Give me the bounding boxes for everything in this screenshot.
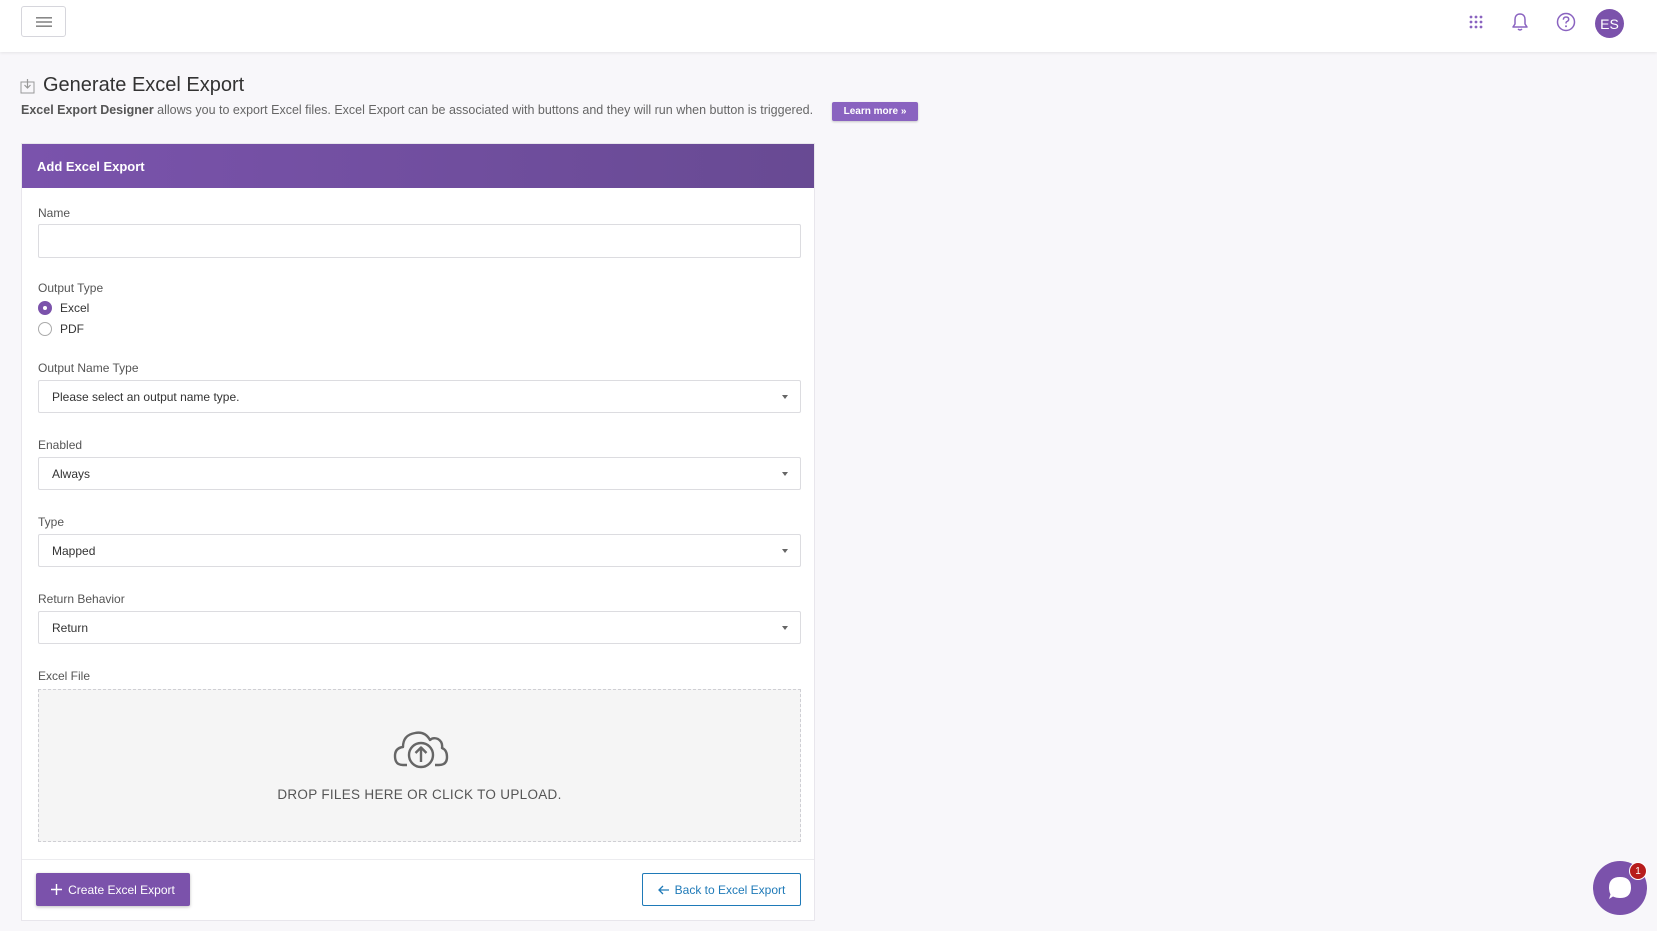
output-type-pdf-option[interactable]: PDF (38, 322, 84, 336)
hamburger-icon (35, 16, 52, 27)
chevron-down-icon (782, 549, 788, 553)
card-divider (22, 859, 814, 860)
pdf-radio-label: PDF (60, 322, 84, 336)
avatar-initials: ES (1600, 15, 1619, 32)
description-strong: Excel Export Designer (21, 103, 154, 117)
enabled-label: Enabled (38, 438, 83, 452)
back-to-excel-export-button[interactable]: Back to Excel Export (642, 873, 801, 906)
page-title-row: Generate Excel Export (20, 74, 244, 97)
page-description: Excel Export Designer allows you to expo… (21, 103, 813, 117)
notifications-button[interactable] (1508, 10, 1532, 34)
name-label: Name (38, 206, 71, 220)
add-excel-export-card: Add Excel Export Name Output Type Excel … (21, 143, 815, 921)
back-button-label: Back to Excel Export (674, 882, 786, 897)
return-behavior-value: Return (52, 620, 89, 635)
return-behavior-label: Return Behavior (38, 592, 125, 606)
card-header: Add Excel Export (22, 144, 814, 188)
apps-button[interactable] (1464, 10, 1488, 34)
chevron-down-icon (782, 626, 788, 630)
excel-radio[interactable] (38, 301, 52, 315)
description-text: allows you to export Excel files. Excel … (153, 103, 814, 117)
name-input[interactable] (38, 224, 801, 258)
output-name-type-label: Output Name Type (38, 361, 139, 375)
create-excel-export-button[interactable]: Create Excel Export (36, 873, 190, 906)
user-avatar[interactable]: ES (1595, 9, 1624, 38)
bell-icon (1512, 13, 1528, 31)
download-icon (20, 78, 35, 93)
top-navbar: ES (0, 0, 1657, 52)
cloud-upload-icon (393, 731, 449, 769)
create-button-label: Create Excel Export (68, 882, 175, 897)
output-name-type-value: Please select an output name type. (52, 389, 240, 404)
arrow-left-icon (657, 885, 669, 894)
output-name-type-select[interactable]: Please select an output name type. (38, 380, 801, 413)
enabled-value: Always (52, 466, 91, 481)
type-select[interactable]: Mapped (38, 534, 801, 567)
enabled-select[interactable]: Always (38, 457, 801, 490)
hamburger-menu-button[interactable] (21, 6, 66, 37)
output-type-label: Output Type (38, 281, 104, 295)
output-type-excel-option[interactable]: Excel (38, 301, 89, 315)
type-value: Mapped (52, 543, 96, 558)
excel-file-label: Excel File (38, 669, 91, 683)
pdf-radio[interactable] (38, 322, 52, 336)
page-title: Generate Excel Export (43, 74, 245, 96)
chat-notification-badge: 1 (1629, 862, 1647, 880)
dropzone-text: DROP FILES HERE OR CLICK TO UPLOAD. (277, 787, 562, 802)
chat-icon (1609, 877, 1631, 899)
plus-icon (51, 884, 63, 895)
chevron-down-icon (782, 472, 788, 476)
chevron-down-icon (782, 395, 788, 399)
type-label: Type (38, 515, 65, 529)
learn-more-button[interactable]: Learn more » (832, 102, 918, 121)
excel-radio-label: Excel (60, 301, 90, 315)
help-icon (1556, 12, 1576, 32)
return-behavior-select[interactable]: Return (38, 611, 801, 644)
file-dropzone[interactable]: DROP FILES HERE OR CLICK TO UPLOAD. (38, 689, 801, 842)
help-button[interactable] (1554, 10, 1578, 34)
grid-icon (1469, 15, 1483, 29)
